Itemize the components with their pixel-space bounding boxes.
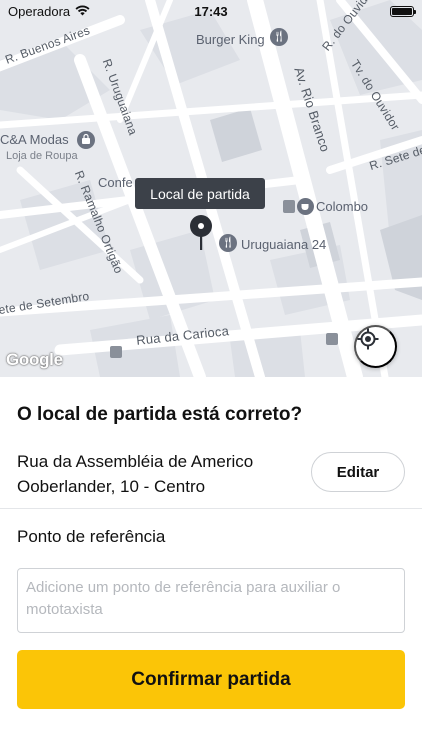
reference-label: Ponto de referência [17,527,166,546]
transit-icon[interactable] [283,200,295,213]
poi-sub-ca-modas: Loja de Roupa [6,150,78,162]
pickup-confirmation-sheet: O local de partida está correto? Rua da … [0,377,422,750]
restaurant-icon[interactable]: 🍴︎ [270,28,288,46]
restaurant-icon[interactable]: 🍴︎ [219,234,237,252]
wifi-icon [75,4,90,19]
pickup-address: Rua da Assembléia de Americo Ooberlander… [17,452,254,496]
status-time: 17:43 [194,3,228,19]
bus-stop-icon[interactable] [326,333,338,345]
my-location-button[interactable] [354,325,397,368]
poi-label-ca-modas[interactable]: C&A Modas [0,132,69,147]
poi-label-colombo[interactable]: Colombo [316,199,368,214]
shopping-icon[interactable] [77,131,95,149]
confirm-pickup-button[interactable]: Confirmar partida [17,650,405,709]
poi-label-uruguaiana-24[interactable]: Uruguaiana 24 [241,237,326,252]
pickup-tooltip: Local de partida [135,178,265,209]
carrier-name: Operadora [8,3,71,19]
status-right [390,5,416,17]
sheet-title: O local de partida está correto? [17,404,303,425]
reference-point-input[interactable] [17,568,405,633]
bus-stop-icon[interactable] [110,346,122,358]
poi-label-confeitaria[interactable]: Confe [98,175,133,190]
poi-label-burger-king[interactable]: Burger King [196,32,265,47]
status-bar: Operadora 17:43 [0,0,422,22]
cafe-icon[interactable] [297,198,314,215]
status-left: Operadora [8,4,90,19]
google-logo: Google [6,350,63,369]
battery-icon [390,5,416,17]
divider [0,508,422,509]
map-view[interactable]: R. Buenos Aires R. Uruguaiana R. Ramalho… [0,0,422,377]
edit-address-button[interactable]: Editar [311,452,405,492]
